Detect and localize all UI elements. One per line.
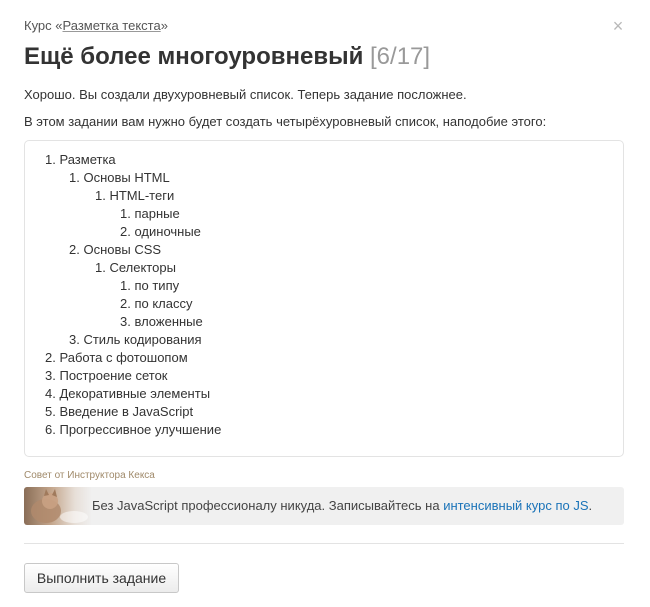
list-item: 1. Основы HTML bbox=[69, 170, 170, 185]
list-item: 1. парные bbox=[120, 206, 180, 221]
submit-task-button[interactable]: Выполнить задание bbox=[24, 563, 179, 593]
tip-text: Без JavaScript профессионалу никуда. Зап… bbox=[92, 498, 593, 513]
list-item: 4. Декоративные элементы bbox=[45, 386, 211, 401]
list-item: 2. одиночные bbox=[120, 224, 201, 239]
course-suffix: » bbox=[160, 18, 168, 33]
list-item: 1. по типу bbox=[120, 278, 180, 293]
page-title: Ещё более многоуровневый [6/17] bbox=[24, 43, 430, 71]
list-item: 3. Стиль кодирования bbox=[69, 332, 202, 347]
divider bbox=[24, 543, 624, 544]
task-progress: [6/17] bbox=[370, 43, 431, 70]
list-item: 2. Работа с фотошопом bbox=[45, 350, 188, 365]
instructor-avatar bbox=[24, 487, 92, 525]
list-item: 3. Построение сеток bbox=[45, 368, 168, 383]
list-item: 2. Основы CSS bbox=[69, 242, 162, 257]
intro-paragraph-2: В этом задании вам нужно будет создать ч… bbox=[24, 114, 547, 129]
list-item: 5. Введение в JavaScript bbox=[45, 404, 194, 419]
list-item: 6. Прогрессивное улучшение bbox=[45, 422, 222, 437]
tip-caption: Совет от Инструктора Кекса bbox=[24, 470, 155, 481]
js-course-link[interactable]: интенсивный курс по JS bbox=[443, 498, 588, 513]
list-item: 3. вложенные bbox=[120, 314, 203, 329]
intro-paragraph-1: Хорошо. Вы создали двухуровневый список.… bbox=[24, 87, 467, 102]
list-item: 1. Разметка bbox=[45, 152, 116, 167]
example-list-box: 1. Разметка 1. Основы HTML 1. HTML-теги … bbox=[24, 140, 624, 457]
instructor-tip: Без JavaScript профессионалу никуда. Зап… bbox=[24, 487, 624, 525]
course-prefix: Курс « bbox=[24, 18, 63, 33]
close-icon[interactable]: × bbox=[610, 17, 626, 35]
task-title: Ещё более многоуровневый bbox=[24, 43, 364, 70]
course-link[interactable]: Разметка текста bbox=[63, 18, 161, 33]
list-item: 1. HTML-теги bbox=[95, 188, 175, 203]
cat-photo-icon bbox=[31, 489, 88, 523]
course-breadcrumb: Курс «Разметка текста» bbox=[24, 18, 168, 33]
list-item: 1. Селекторы bbox=[95, 260, 176, 275]
list-item: 2. по классу bbox=[120, 296, 193, 311]
